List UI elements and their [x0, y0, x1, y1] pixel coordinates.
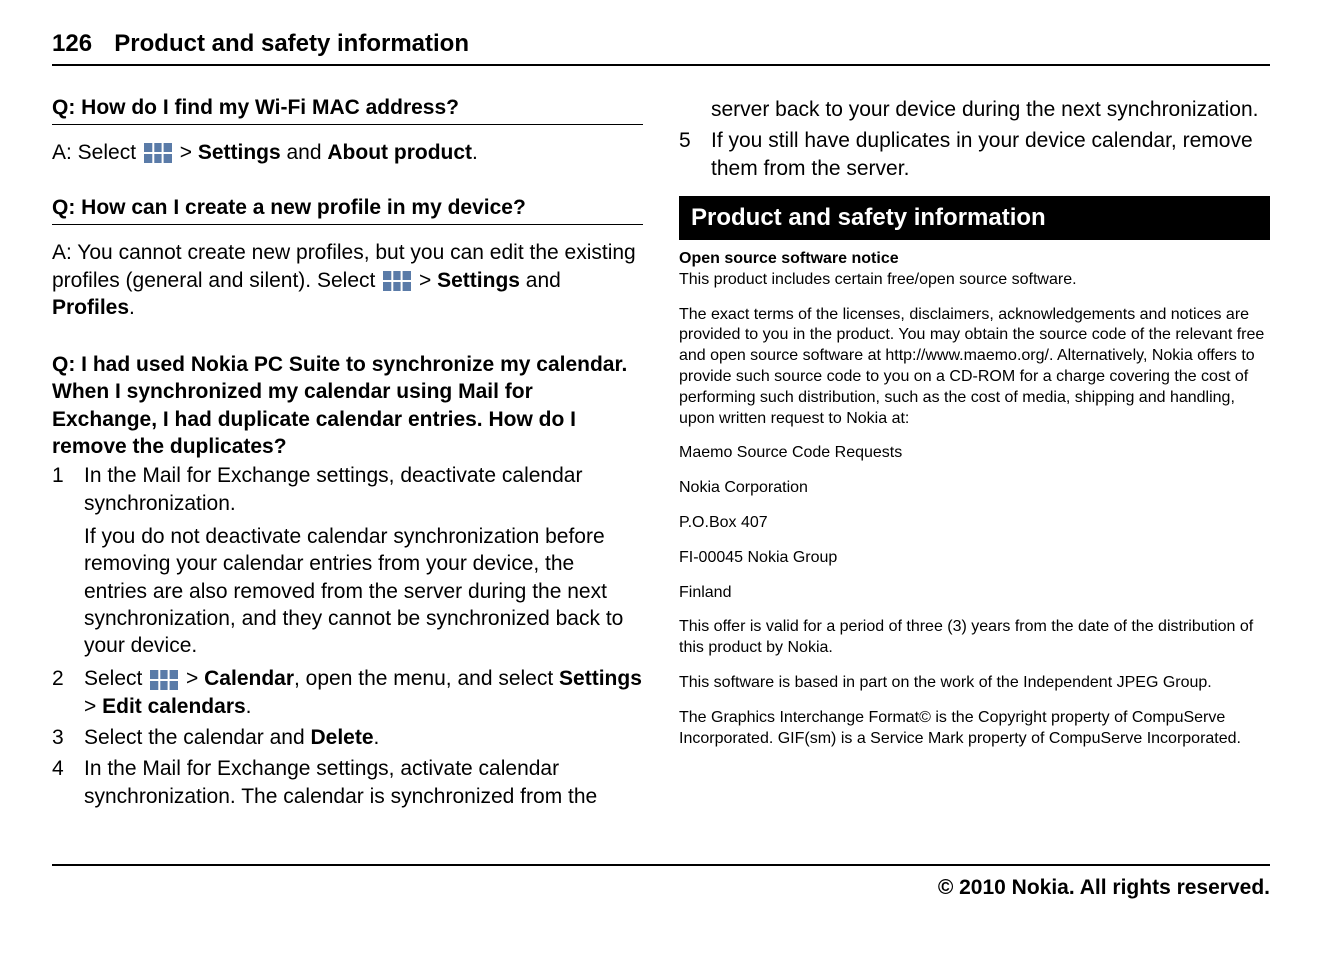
steps-list: 1 In the Mail for Exchange settings, dea…	[52, 462, 643, 517]
header-title: Product and safety information	[114, 30, 469, 57]
text: , open the menu, and select	[294, 667, 559, 690]
address-line: P.O.Box 407	[679, 513, 1270, 534]
step-number: 4	[52, 755, 66, 810]
list-item: server back to your device during the ne…	[679, 96, 1270, 123]
page-header: 126 Product and safety information	[52, 30, 1270, 66]
settings-label: Settings	[198, 141, 281, 164]
step-number: 5	[679, 127, 693, 182]
step-text: Select the calendar and Delete.	[84, 724, 643, 751]
address-line: Nokia Corporation	[679, 478, 1270, 499]
app-grid-icon	[144, 143, 172, 163]
step-note: If you do not deactivate calendar synchr…	[84, 523, 643, 659]
address-line: Finland	[679, 583, 1270, 604]
calendar-label: Calendar	[204, 667, 294, 690]
list-item: 2 Select > Calendar, open the menu, and …	[52, 665, 643, 720]
faq-block-wifi-mac: Q: How do I find my Wi-Fi MAC address? A…	[52, 96, 643, 166]
page-footer: © 2010 Nokia. All rights reserved.	[52, 864, 1270, 900]
oss-paragraph: The Graphics Interchange Format© is the …	[679, 708, 1270, 750]
oss-paragraph: This product includes certain free/open …	[679, 270, 1270, 291]
text: Select	[84, 667, 148, 690]
left-column: Q: How do I find my Wi-Fi MAC address? A…	[52, 96, 643, 814]
and-text: and	[520, 269, 561, 292]
edit-calendars-label: Edit calendars	[102, 695, 246, 718]
step-number-blank	[679, 96, 693, 123]
gt-symbol: >	[174, 141, 198, 164]
oss-paragraph: This offer is valid for a period of thre…	[679, 617, 1270, 659]
gt-symbol: >	[180, 667, 204, 690]
section-heading-bar: Product and safety information	[679, 196, 1270, 240]
page-title	[97, 30, 110, 57]
text: Select the calendar and	[84, 726, 311, 749]
step-text: In the Mail for Exchange settings, activ…	[84, 755, 643, 810]
gt-symbol: >	[413, 269, 437, 292]
faq-answer: A: You cannot create new profiles, but y…	[52, 239, 643, 321]
step-text: server back to your device during the ne…	[711, 96, 1270, 123]
right-column: server back to your device during the ne…	[679, 96, 1270, 749]
period: .	[374, 726, 380, 749]
list-item: 5 If you still have duplicates in your d…	[679, 127, 1270, 182]
page-number: 126	[52, 30, 92, 57]
profiles-label: Profiles	[52, 296, 129, 319]
list-item: 3 Select the calendar and Delete.	[52, 724, 643, 751]
faq-question: Q: How can I create a new profile in my …	[52, 196, 643, 225]
faq-answer: A: Select > Settings and About product.	[52, 139, 643, 166]
delete-label: Delete	[311, 726, 374, 749]
oss-heading: Open source software notice	[679, 250, 1270, 268]
step-number: 2	[52, 665, 66, 720]
steps-list: 2 Select > Calendar, open the menu, and …	[52, 665, 643, 809]
steps-list-continued: server back to your device during the ne…	[679, 96, 1270, 182]
period: .	[472, 141, 478, 164]
step-text: If you still have duplicates in your dev…	[711, 127, 1270, 182]
app-grid-icon	[150, 670, 178, 690]
faq-question: Q: I had used Nokia PC Suite to synchron…	[52, 351, 643, 460]
address-line: FI-00045 Nokia Group	[679, 548, 1270, 569]
oss-paragraph: The exact terms of the licenses, disclai…	[679, 305, 1270, 430]
faq-block-duplicates: Q: I had used Nokia PC Suite to synchron…	[52, 351, 643, 810]
oss-paragraph: This software is based in part on the wo…	[679, 673, 1270, 694]
answer-text: A: Select	[52, 141, 142, 164]
content-columns: Q: How do I find my Wi-Fi MAC address? A…	[52, 96, 1270, 814]
settings-label: Settings	[437, 269, 520, 292]
list-item: 4 In the Mail for Exchange settings, act…	[52, 755, 643, 810]
settings-label: Settings	[559, 667, 642, 690]
list-item: 1 In the Mail for Exchange settings, dea…	[52, 462, 643, 517]
step-number: 1	[52, 462, 66, 517]
address-line: Maemo Source Code Requests	[679, 443, 1270, 464]
period: .	[129, 296, 135, 319]
app-grid-icon	[383, 271, 411, 291]
faq-question: Q: How do I find my Wi-Fi MAC address?	[52, 96, 643, 125]
about-product-label: About product	[327, 141, 472, 164]
and-text: and	[281, 141, 328, 164]
step-text: In the Mail for Exchange settings, deact…	[84, 462, 643, 517]
step-text: Select > Calendar, open the menu, and se…	[84, 665, 643, 720]
faq-block-new-profile: Q: How can I create a new profile in my …	[52, 196, 643, 321]
step-number: 3	[52, 724, 66, 751]
period: .	[246, 695, 252, 718]
gt-symbol: >	[84, 695, 102, 718]
